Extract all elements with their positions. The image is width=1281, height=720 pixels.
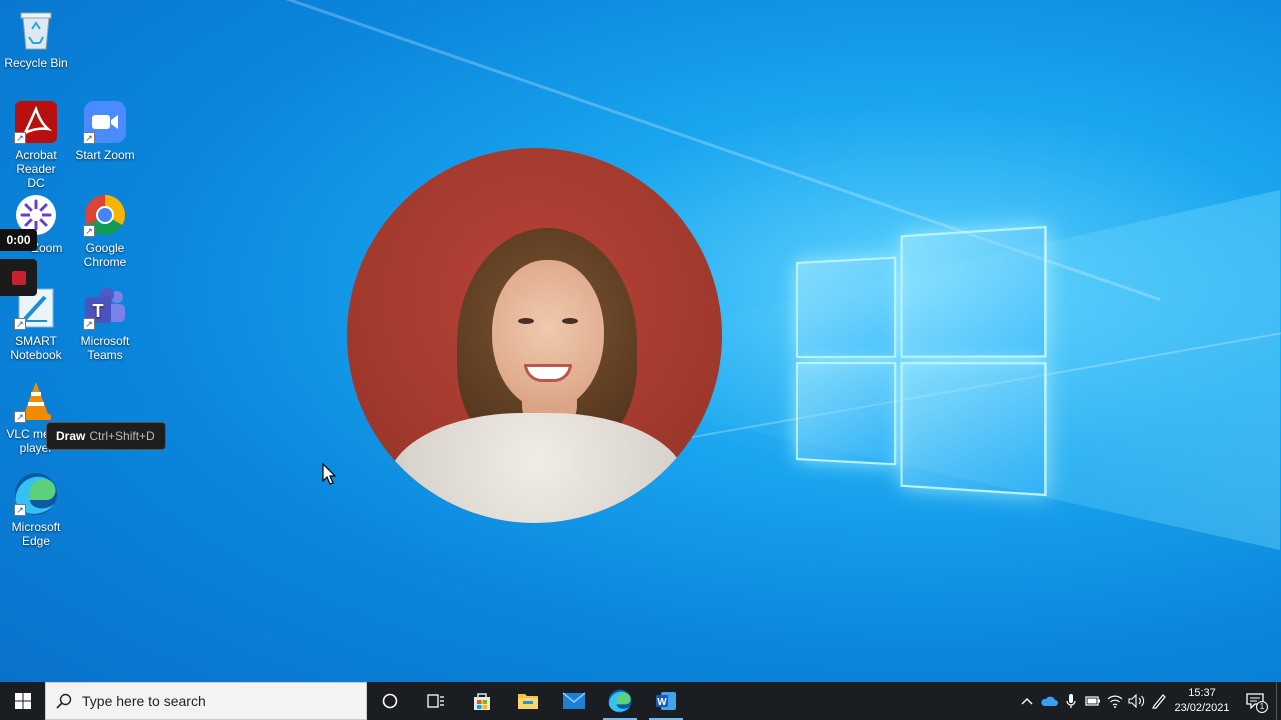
desktop-icon-label: SMART Notebook [10,334,62,362]
onedrive-cloud-icon [1041,696,1058,706]
presenter-face [492,260,604,410]
taskbar-app-edge[interactable] [597,682,643,720]
chevron-up-icon [1021,698,1033,705]
windows-logo-wallpaper [796,225,1047,497]
teams-icon: T ↗ [83,286,127,330]
battery-icon [1085,696,1100,706]
zoom-icon: ↗ [83,100,127,144]
volume-button[interactable] [1126,682,1148,720]
desktop-icon-start-zoom[interactable]: ↗ Start Zoom [69,100,141,162]
microsoft-store-icon [474,693,490,710]
cortana-icon [382,693,398,709]
taskbar-app-word[interactable]: W [643,682,689,720]
desktop-icon-recycle-bin[interactable]: Recycle Bin [0,8,72,70]
desktop-icon-google-chrome[interactable]: ↗ Google Chrome [69,193,141,269]
recording-timer: 0:00 [0,229,37,251]
network-button[interactable] [1104,682,1126,720]
clock-time: 15:37 [1188,687,1216,699]
vlc-cone-icon: ↗ [14,379,58,423]
recycle-bin-icon [14,8,58,52]
start-button[interactable] [0,682,45,720]
mouse-cursor-icon [322,462,337,490]
tooltip-title: Draw [56,429,86,443]
battery-button[interactable] [1082,682,1104,720]
task-view-icon [427,694,444,708]
action-center-button[interactable]: 1 [1234,682,1276,720]
taskbar-search-box[interactable]: Type here to search [45,682,367,720]
webcam-overlay[interactable] [347,148,722,523]
taskbar-app-file-explorer[interactable] [505,682,551,720]
word-icon: W [656,692,676,710]
desktop-icon-acrobat-reader[interactable]: ↗ Acrobat Reader DC [0,100,72,190]
system-tray: 15:37 23/02/2021 1 [1016,682,1281,720]
cortana-button[interactable] [367,682,413,720]
desktop-icon-label: Microsoft Teams [80,334,130,362]
desktop-icon-label: Acrobat Reader DC [15,148,57,190]
desktop-icon-label: Microsoft Edge [11,520,61,548]
onedrive-button[interactable] [1038,682,1060,720]
taskbar-app-mail[interactable] [551,682,597,720]
windows-start-icon [14,693,31,709]
system-clock[interactable]: 15:37 23/02/2021 [1170,686,1234,716]
desktop-icon-label: Google Chrome [83,241,127,269]
notification-count-badge: 1 [1256,701,1268,713]
chrome-icon: ↗ [83,193,127,237]
search-placeholder: Type here to search [82,693,206,709]
show-hidden-icons-button[interactable] [1016,682,1038,720]
taskbar: Type here to search W 15:37 23/02/2021 1 [0,682,1281,720]
desktop-icon-smart-notebook[interactable]: ↗ SMART Notebook [0,286,72,362]
svg-text:W: W [657,697,667,708]
task-view-button[interactable] [413,682,459,720]
file-explorer-icon [518,694,538,709]
edge-icon: ↗ [14,472,58,516]
microphone-icon [1066,694,1076,708]
mail-icon [562,692,586,709]
desktop-icon-label: Start Zoom [75,148,135,162]
speaker-icon [1128,694,1145,708]
pen-workspace-button[interactable] [1148,682,1170,720]
clock-date: 23/02/2021 [1174,702,1230,714]
tooltip-shortcut: Ctrl+Shift+D [89,429,155,443]
desktop-icon-label: Recycle Bin [4,56,68,70]
search-icon [56,693,72,709]
draw-tooltip: Draw Ctrl+Shift+D [46,422,166,450]
show-desktop-button[interactable] [1276,682,1281,720]
acrobat-reader-icon: ↗ [14,100,58,144]
edge-icon [608,689,632,713]
desktop-icon-microsoft-edge[interactable]: ↗ Microsoft Edge [0,472,72,548]
wifi-icon [1107,695,1123,708]
desktop-icon-microsoft-teams[interactable]: T ↗ Microsoft Teams [69,286,141,362]
recording-stop-button[interactable] [0,259,37,296]
taskbar-app-store[interactable] [459,682,505,720]
stop-icon [11,270,26,285]
microphone-button[interactable] [1060,682,1082,720]
pen-icon [1152,694,1166,709]
